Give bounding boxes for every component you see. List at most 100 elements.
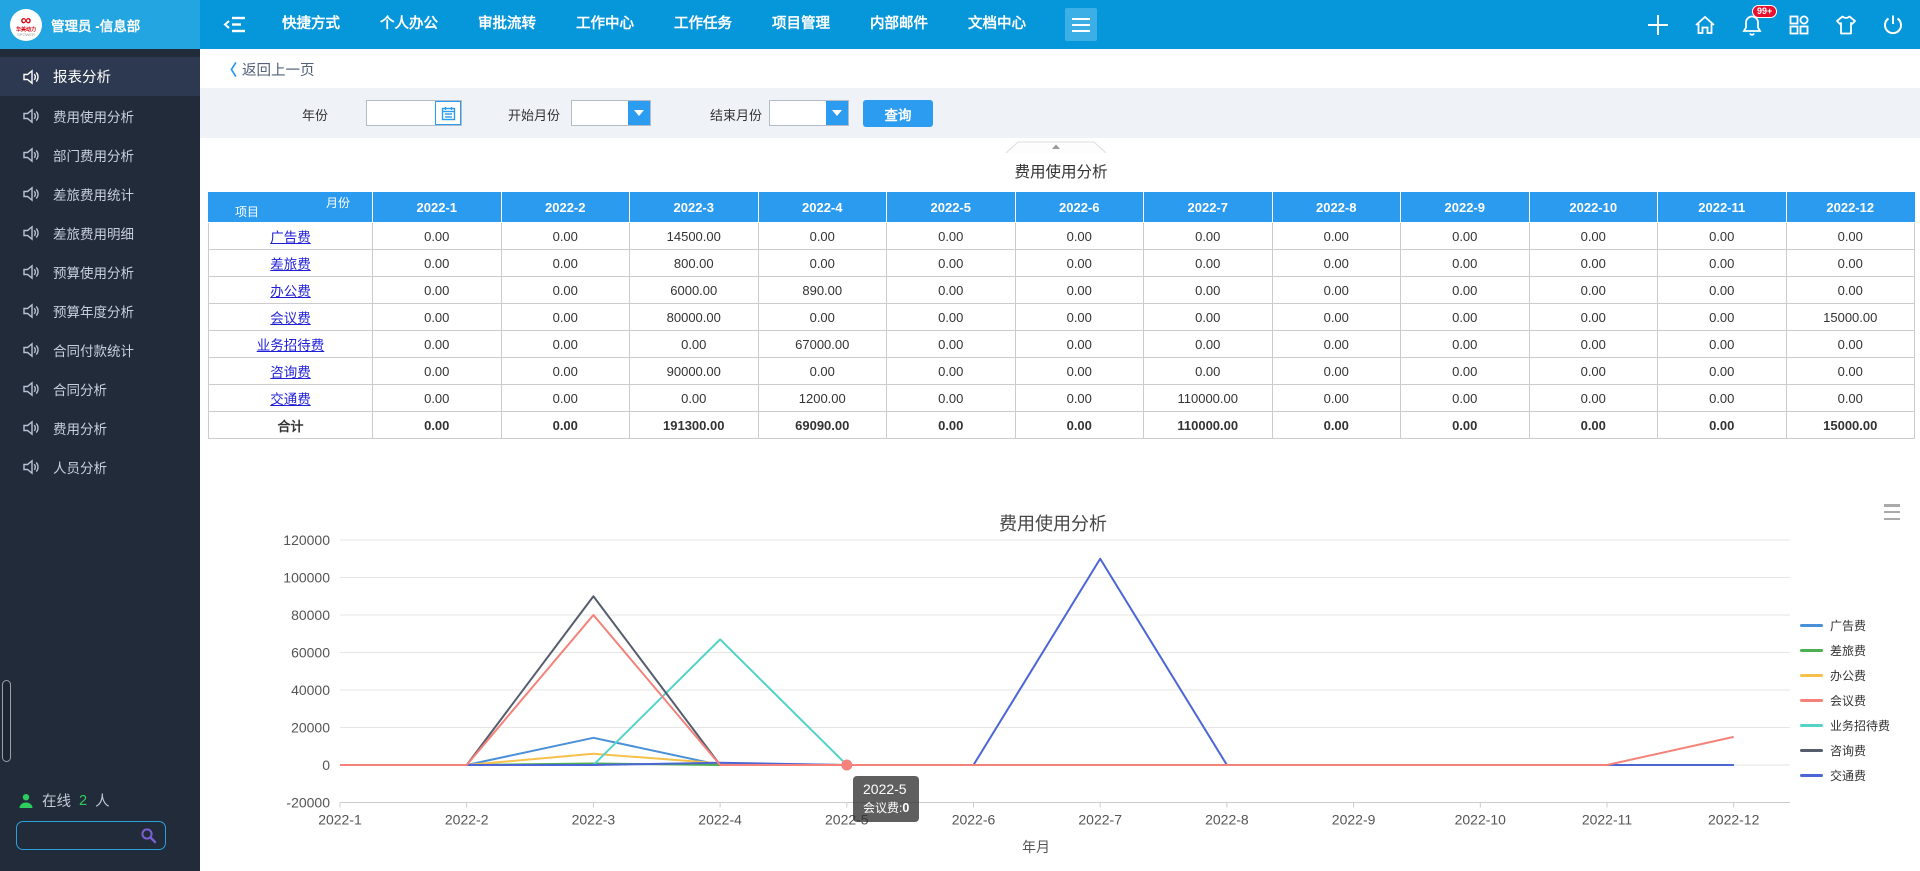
logo-area[interactable]: ∞ 华美动力 SPOWER 管理员 -信息部 [0,0,200,49]
online-suffix: 人 [95,790,110,811]
start-month-select[interactable] [571,100,651,126]
top-menu-item[interactable]: 个人办公 [360,0,458,49]
sidebar-item-人员分析[interactable]: 人员分析 [0,447,200,486]
total-value-cell: 0.00 [887,412,1016,439]
sidebar-scrollbar[interactable] [2,680,11,762]
chart-legend: 广告费差旅费办公费会议费业务招待费咨询费交通费 [1800,613,1890,788]
collapse-panel-tab[interactable] [1004,140,1108,152]
series-line-业务招待费[interactable] [340,639,1734,765]
more-menus-button[interactable] [1065,8,1097,41]
series-line-交通费[interactable] [340,559,1734,765]
sidebar-item-预算年度分析[interactable]: 预算年度分析 [0,291,200,330]
legend-item-会议费[interactable]: 会议费 [1800,688,1890,713]
fee-item-link[interactable]: 差旅费 [270,257,311,272]
sidebar-search-input[interactable] [25,828,140,843]
year-input[interactable] [367,101,435,125]
fee-value-cell: 0.00 [1272,277,1401,304]
fee-value-cell: 0.00 [1401,250,1530,277]
sidebar-item-合同分析[interactable]: 合同分析 [0,369,200,408]
search-icon[interactable] [140,827,157,844]
fee-value-cell: 0.00 [1272,358,1401,385]
back-link[interactable]: 〈 返回上一页 [222,59,315,80]
legend-item-广告费[interactable]: 广告费 [1800,613,1890,638]
total-value-cell: 191300.00 [630,412,759,439]
fee-value-cell: 0.00 [501,304,630,331]
series-line-咨询费[interactable] [340,596,1734,765]
calendar-icon[interactable] [435,101,461,125]
fee-item-link[interactable]: 办公费 [270,284,311,299]
logo-glyph: ∞ [21,13,32,28]
query-button[interactable]: 查询 [863,100,933,127]
fee-value-cell: 0.00 [501,223,630,250]
fee-value-cell: 0.00 [501,385,630,412]
top-menu-item[interactable]: 审批流转 [458,0,556,49]
legend-item-业务招待费[interactable]: 业务招待费 [1800,713,1890,738]
sidebar-item-费用使用分析[interactable]: 费用使用分析 [0,96,200,135]
home-icon[interactable] [1692,12,1718,38]
month-column-header: 2022-1 [373,193,502,223]
legend-label: 办公费 [1830,667,1866,684]
add-icon[interactable] [1645,12,1671,38]
top-menu-item[interactable]: 项目管理 [752,0,850,49]
top-menu-item[interactable]: 工作任务 [654,0,752,49]
sidebar-item-差旅费用明细[interactable]: 差旅费用明细 [0,213,200,252]
y-tick-label: 120000 [283,532,330,548]
fee-value-cell: 0.00 [373,385,502,412]
fee-value-cell: 0.00 [1658,358,1787,385]
end-month-select[interactable] [769,100,849,126]
fee-value-cell: 0.00 [1529,331,1658,358]
fee-item-link[interactable]: 广告费 [270,230,311,245]
sidebar-item-报表分析[interactable]: 报表分析 [0,57,200,96]
sidebar-item-差旅费用统计[interactable]: 差旅费用统计 [0,174,200,213]
sidebar-item-费用分析[interactable]: 费用分析 [0,408,200,447]
back-chevron-icon: 〈 [222,59,237,80]
sidebar-item-label: 合同付款统计 [53,340,134,360]
speaker-icon [22,302,40,320]
sidebar-item-label: 报表分析 [53,66,111,87]
legend-item-咨询费[interactable]: 咨询费 [1800,738,1890,763]
fee-value-cell: 0.00 [501,358,630,385]
total-value-cell: 0.00 [1401,412,1530,439]
fee-item-link[interactable]: 咨询费 [270,365,311,380]
line-chart[interactable]: 120000100000800006000040000200000-200002… [200,489,1920,871]
fee-item-link[interactable]: 交通费 [270,392,311,407]
fee-value-cell: 15000.00 [1786,304,1915,331]
top-menu-item[interactable]: 工作中心 [556,0,654,49]
logo-brand-sub: SPOWER [17,33,35,37]
sidebar-fold-icon[interactable] [222,14,248,35]
sidebar-item-预算使用分析[interactable]: 预算使用分析 [0,252,200,291]
hover-point-marker [841,760,852,771]
speaker-icon [22,380,40,398]
fee-item-link[interactable]: 业务招待费 [257,338,325,353]
theme-shirt-icon[interactable] [1833,12,1859,38]
fee-value-cell: 0.00 [1529,223,1658,250]
fee-value-cell: 0.00 [1015,358,1144,385]
fee-value-cell: 0.00 [373,358,502,385]
x-tick-label: 2022-10 [1455,812,1507,828]
sidebar-item-label: 差旅费用统计 [53,184,134,204]
logout-power-icon[interactable] [1880,12,1906,38]
fee-item-link[interactable]: 会议费 [270,311,311,326]
month-column-header: 2022-9 [1401,193,1530,223]
year-label: 年份 [302,105,328,124]
top-menu-item[interactable]: 内部邮件 [850,0,948,49]
legend-item-办公费[interactable]: 办公费 [1800,663,1890,688]
fee-value-cell: 0.00 [887,358,1016,385]
sidebar-item-部门费用分析[interactable]: 部门费用分析 [0,135,200,174]
fee-value-cell: 0.00 [373,277,502,304]
legend-item-交通费[interactable]: 交通费 [1800,763,1890,788]
y-tick-label: 0 [322,757,330,773]
notifications-bell-icon[interactable]: 99+ [1739,12,1765,38]
fee-value-cell: 0.00 [373,304,502,331]
legend-label: 交通费 [1830,767,1866,784]
legend-item-差旅费[interactable]: 差旅费 [1800,638,1890,663]
fee-value-cell: 6000.00 [630,277,759,304]
apps-grid-icon[interactable] [1786,12,1812,38]
fee-item-cell: 咨询费 [209,358,373,385]
top-menu-item[interactable]: 文档中心 [948,0,1046,49]
sidebar-item-合同付款统计[interactable]: 合同付款统计 [0,330,200,369]
current-user: 管理员 -信息部 [51,15,140,35]
fee-value-cell: 0.00 [1658,385,1787,412]
series-line-广告费[interactable] [340,738,1734,765]
top-menu-item[interactable]: 快捷方式 [262,0,360,49]
